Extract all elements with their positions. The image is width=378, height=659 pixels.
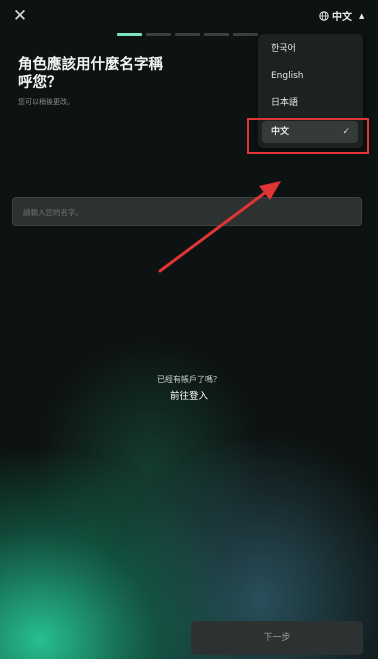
- next-button[interactable]: 下一步: [191, 621, 363, 655]
- annotation-arrow: [158, 181, 281, 273]
- account-question: 已經有帳戶了嗎？: [157, 375, 221, 384]
- login-link[interactable]: 前往登入: [0, 388, 378, 402]
